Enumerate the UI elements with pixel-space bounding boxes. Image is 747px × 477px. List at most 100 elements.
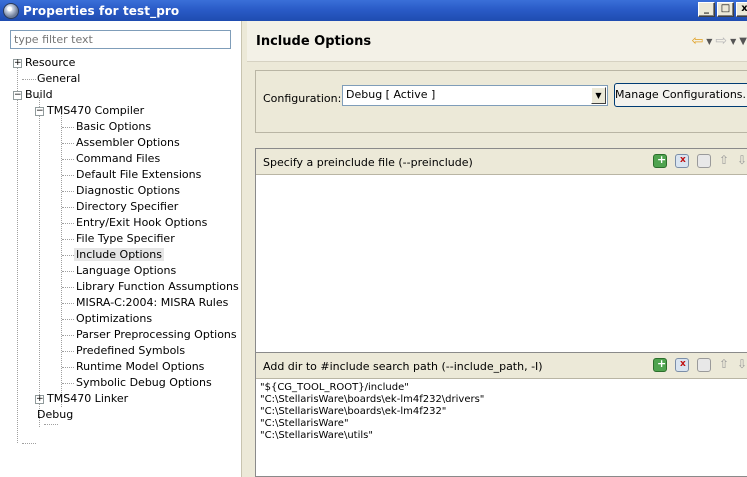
tree-item-resource[interactable]: Resource xyxy=(25,55,75,71)
forward-dropdown-icon[interactable]: ▼ xyxy=(730,37,736,46)
tree-item-file-type-specifier[interactable]: File Type Specifier xyxy=(76,231,175,247)
tree-item-general[interactable]: General xyxy=(37,71,80,87)
view-menu-icon[interactable]: ▼ xyxy=(739,36,747,47)
tree-item-label: Entry/Exit Hook Options xyxy=(76,216,208,229)
filter-input[interactable] xyxy=(10,30,231,49)
tree-line xyxy=(62,255,74,256)
chevron-down-icon[interactable]: ▼ xyxy=(591,87,606,104)
list-item[interactable]: "C:\StellarisWare\boards\ek-lm4f232" xyxy=(256,406,747,418)
tree-item-label: Default File Extensions xyxy=(76,168,202,181)
tree-line xyxy=(62,303,74,304)
manage-configurations-button[interactable]: Manage Configurations... xyxy=(614,83,747,107)
tree-item-predefined-symbols[interactable]: Predefined Symbols xyxy=(76,343,185,359)
tree-item-include-options[interactable]: Include Options xyxy=(74,247,164,263)
configuration-label: Configuration: xyxy=(263,92,342,105)
tree-item-tms470-linker[interactable]: TMS470 Linker xyxy=(47,391,128,407)
edit-icon[interactable] xyxy=(697,154,711,168)
tree-item-label: MISRA-C:2004: MISRA Rules xyxy=(76,296,229,309)
expand-linker-icon[interactable]: + xyxy=(35,395,44,404)
tree-item-label: Build xyxy=(25,88,53,101)
add-icon[interactable] xyxy=(653,153,667,168)
tree-item-label: Directory Specifier xyxy=(76,200,179,213)
tree-line xyxy=(62,207,74,208)
tree-item-optimizations[interactable]: Optimizations xyxy=(76,311,152,327)
include-path-toolbar: ⇧ ⇩ xyxy=(653,357,747,372)
add-icon[interactable] xyxy=(653,357,667,372)
tree-item-parser-preprocessing-options[interactable]: Parser Preprocessing Options xyxy=(76,327,237,343)
move-down-icon[interactable]: ⇩ xyxy=(737,358,747,372)
tree-item-tms470-compiler[interactable]: TMS470 Compiler xyxy=(47,103,144,119)
preinclude-toolbar: ⇧ ⇩ xyxy=(653,153,747,168)
move-up-icon[interactable]: ⇧ xyxy=(719,358,729,372)
forward-arrow-icon[interactable]: ⇨ xyxy=(715,34,727,48)
tree-item-debug[interactable]: Debug xyxy=(37,407,73,423)
delete-icon[interactable] xyxy=(675,358,689,372)
window-controls: _ □ x xyxy=(698,2,747,17)
tree-item-label: Command Files xyxy=(76,152,161,165)
page-title: Include Options xyxy=(256,34,372,49)
tree-line xyxy=(62,351,74,352)
tree-item-entry-exit-hook-options[interactable]: Entry/Exit Hook Options xyxy=(76,215,207,231)
tree-line xyxy=(17,59,18,443)
tree-item-library-function-assumptions[interactable]: Library Function Assumptions xyxy=(76,279,239,295)
minimize-button[interactable]: _ xyxy=(698,2,715,17)
tree-item-runtime-model-options[interactable]: Runtime Model Options xyxy=(76,359,204,375)
tree-item-misra-rules[interactable]: MISRA-C:2004: MISRA Rules xyxy=(76,295,228,311)
tree-item-assembler-options[interactable]: Assembler Options xyxy=(76,135,180,151)
expand-resource-icon[interactable]: + xyxy=(13,59,22,68)
tree-line xyxy=(62,319,74,320)
move-up-icon[interactable]: ⇧ xyxy=(719,154,729,168)
navigation-panel: + Resource General − Build − TMS470 Comp… xyxy=(0,21,242,477)
tree-line xyxy=(62,159,74,160)
tree-item-label: Library Function Assumptions xyxy=(76,280,239,293)
preinclude-list[interactable] xyxy=(256,176,747,364)
include-path-list[interactable]: "${CG_TOOL_ROOT}/include" "C:\StellarisW… xyxy=(256,380,747,476)
content-panel: Include Options ⇦ ▼ ⇨ ▼ ▼ Configuration:… xyxy=(247,21,747,477)
tree-item-language-options[interactable]: Language Options xyxy=(76,263,176,279)
tree-item-label: TMS470 Compiler xyxy=(47,104,145,117)
tree-line xyxy=(62,367,74,368)
tree-item-label: Debug xyxy=(37,408,74,421)
list-item[interactable]: "${CG_TOOL_ROOT}/include" xyxy=(256,382,747,394)
tree-line xyxy=(61,113,62,407)
list-item[interactable]: "C:\StellarisWare\boards\ek-lm4f232\driv… xyxy=(256,394,747,406)
tree-item-label: File Type Specifier xyxy=(76,232,175,245)
configuration-group: Configuration: Debug [ Active ] ▼ Manage… xyxy=(255,70,747,133)
maximize-button[interactable]: □ xyxy=(717,2,734,17)
tree-item-symbolic-debug-options[interactable]: Symbolic Debug Options xyxy=(76,375,212,391)
tree-line xyxy=(62,271,74,272)
collapse-build-icon[interactable]: − xyxy=(13,91,22,100)
tree-item-label: Optimizations xyxy=(76,312,153,325)
tree-item-label: Resource xyxy=(25,56,76,69)
list-item[interactable]: "C:\StellarisWare" xyxy=(256,418,747,430)
move-down-icon[interactable]: ⇩ xyxy=(737,154,747,168)
tree-item-basic-options[interactable]: Basic Options xyxy=(76,119,151,135)
collapse-compiler-icon[interactable]: − xyxy=(35,107,44,116)
tree-item-command-files[interactable]: Command Files xyxy=(76,151,160,167)
history-navigation: ⇦ ▼ ⇨ ▼ ▼ xyxy=(692,34,747,48)
tree-item-diagnostic-options[interactable]: Diagnostic Options xyxy=(76,183,180,199)
edit-icon[interactable] xyxy=(697,358,711,372)
tree-line xyxy=(62,287,74,288)
include-path-header: Add dir to #include search path (--inclu… xyxy=(256,353,747,379)
tree-item-label: Assembler Options xyxy=(76,136,180,149)
tree-item-label: Basic Options xyxy=(76,120,152,133)
tree-item-default-file-extensions[interactable]: Default File Extensions xyxy=(76,167,201,183)
list-item[interactable]: "C:\StellarisWare\utils" xyxy=(256,430,747,442)
tree-line xyxy=(22,443,36,444)
window-title: Properties for test_pro xyxy=(23,3,180,18)
tree-item-label: TMS470 Linker xyxy=(47,392,129,405)
delete-icon[interactable] xyxy=(675,154,689,168)
back-dropdown-icon[interactable]: ▼ xyxy=(706,37,712,46)
back-arrow-icon[interactable]: ⇦ xyxy=(692,34,704,48)
configuration-select[interactable]: Debug [ Active ] ▼ xyxy=(342,85,608,106)
preinclude-panel: Specify a preinclude file (--preinclude)… xyxy=(255,148,747,365)
tree-line xyxy=(62,143,74,144)
tree-item-label: Parser Preprocessing Options xyxy=(76,328,237,341)
configuration-value: Debug [ Active ] xyxy=(346,88,436,101)
tree-item-label: General xyxy=(37,72,81,85)
page-header: Include Options ⇦ ▼ ⇨ ▼ ▼ xyxy=(247,21,747,62)
tree-item-build[interactable]: Build xyxy=(25,87,53,103)
tree-item-directory-specifier[interactable]: Directory Specifier xyxy=(76,199,178,215)
close-button[interactable]: x xyxy=(736,2,747,17)
